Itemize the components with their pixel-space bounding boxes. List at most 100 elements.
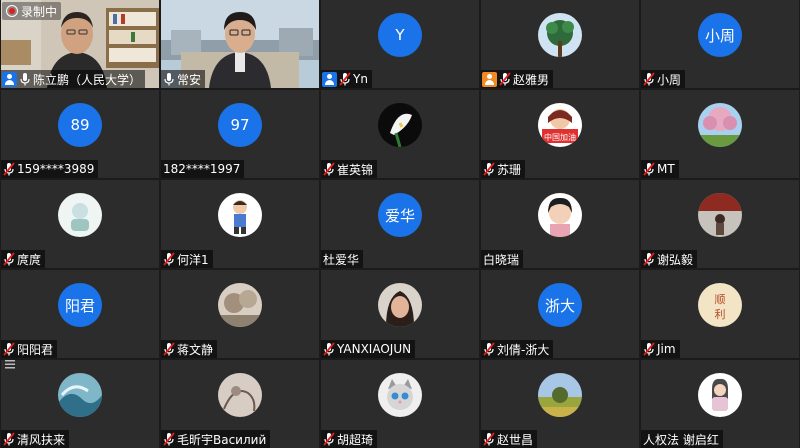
participant-tile[interactable]: 何洋1: [161, 180, 319, 268]
microphone-muted-icon: [323, 342, 335, 356]
participant-name-label: 阳阳君: [1, 340, 58, 358]
cat-avatar-image: [378, 373, 422, 417]
microphone-muted-icon: [323, 162, 335, 176]
participant-name: 庹庹: [17, 252, 42, 267]
blossom-tree-avatar-image: [698, 103, 742, 147]
participant-tile[interactable]: 谢弘毅: [641, 180, 799, 268]
cartoon-boy-avatar-image: [218, 193, 262, 237]
microphone-muted-icon: [483, 342, 495, 356]
avatar: [218, 283, 262, 327]
participant-name-label: YANXIAOJUN: [321, 340, 416, 358]
participant-name: YANXIAOJUN: [337, 342, 412, 356]
calla-lily-avatar-image: [378, 103, 422, 147]
participant-name: Jim: [657, 342, 676, 356]
participant-tile[interactable]: 顺利 Jim: [641, 270, 799, 358]
landscape-avatar-image: [218, 283, 262, 327]
avatar: Y: [378, 13, 422, 57]
avatar: 浙大: [538, 283, 582, 327]
avatar: 89: [58, 103, 102, 147]
participant-name: 182****1997: [163, 162, 241, 176]
avatar: 顺利: [698, 283, 742, 327]
participant-name: Yn: [353, 72, 368, 86]
participant-grid: 陈立鹏（人民大学） 常安 Y Yn 赵雅男 小周 小周 89 159****3989 97 182*…: [0, 0, 800, 448]
participant-tile[interactable]: 89 159****3989: [1, 90, 159, 178]
participant-name-label: 毛昕宇Василий: [161, 430, 271, 448]
participant-tile[interactable]: 常安: [161, 0, 319, 88]
avatar: [378, 103, 422, 147]
avatar: [218, 373, 262, 417]
host-user-icon: [2, 71, 17, 87]
participant-tile[interactable]: 阳君 阳阳君: [1, 270, 159, 358]
participant-tile[interactable]: 庹庹: [1, 180, 159, 268]
avatar: 爱华: [378, 193, 422, 237]
avatar: [538, 193, 582, 237]
avatar: 97: [218, 103, 262, 147]
participant-name-label: 苏珊: [481, 160, 526, 178]
microphone-muted-icon: [643, 342, 655, 356]
participant-tile[interactable]: 白晓瑞: [481, 180, 639, 268]
participant-name: 苏珊: [497, 162, 522, 177]
avatar: [698, 103, 742, 147]
svg-text:顺: 顺: [715, 293, 726, 306]
participant-tile[interactable]: YANXIAOJUN: [321, 270, 479, 358]
participant-tile[interactable]: 中国加油苏珊: [481, 90, 639, 178]
microphone-muted-icon: [483, 432, 495, 446]
participant-name: 白晓瑞: [483, 252, 520, 267]
participant-name-label: 杜爱华: [321, 250, 364, 268]
calligraphy-avatar-image: 顺利: [698, 283, 742, 327]
participant-name-label: 赵雅男: [481, 70, 554, 88]
illustration-avatar-image: [58, 193, 102, 237]
participant-name: 常安: [177, 72, 202, 87]
participant-name: 清风扶来: [17, 432, 66, 447]
red-wall-avatar-image: [698, 193, 742, 237]
participant-tile[interactable]: MT: [641, 90, 799, 178]
participant-tile[interactable]: 人权法 谢启红: [641, 360, 799, 448]
participant-tile[interactable]: 毛昕宇Василий: [161, 360, 319, 448]
participant-tile[interactable]: 97 182****1997: [161, 90, 319, 178]
microphone-muted-icon: [163, 342, 175, 356]
microphone-muted-icon: [3, 432, 15, 446]
participant-tile[interactable]: 赵世昌: [481, 360, 639, 448]
participant-name-label: 陈立鹏（人民大学）: [1, 70, 146, 88]
girl-photo-avatar-image: [538, 193, 582, 237]
wave-avatar-image: [58, 373, 102, 417]
participant-name: 刘倩-浙大: [497, 342, 550, 357]
participant-name-label: 常安: [161, 70, 206, 88]
avatar: [378, 373, 422, 417]
participant-tile[interactable]: 浙大刘倩-浙大: [481, 270, 639, 358]
panel-menu-icon[interactable]: [4, 358, 16, 370]
participant-name-label: 庹庹: [1, 250, 46, 268]
participant-tile[interactable]: 赵雅男: [481, 0, 639, 88]
participant-name: 胡超琦: [337, 432, 374, 447]
sketch-avatar-image: [218, 373, 262, 417]
participant-tile[interactable]: Y Yn: [321, 0, 479, 88]
participant-name-label: 胡超琦: [321, 430, 378, 448]
participant-tile[interactable]: 胡超琦: [321, 360, 479, 448]
microphone-muted-icon: [3, 252, 15, 266]
participant-tile[interactable]: 小周 小周: [641, 0, 799, 88]
participant-name: 159****3989: [17, 162, 95, 176]
participant-tile[interactable]: 清风扶来: [1, 360, 159, 448]
participant-name: 陈立鹏（人民大学）: [33, 72, 142, 87]
participant-name-label: MT: [641, 160, 679, 178]
cartoon-girl-avatar-image: 中国加油: [538, 103, 582, 147]
participant-name-label: 182****1997: [161, 160, 245, 178]
participant-name-label: Jim: [641, 340, 680, 358]
avatar-caption: 中国加油: [544, 132, 576, 142]
host-user-icon: [322, 71, 337, 87]
microphone-muted-icon: [3, 342, 15, 356]
avatar: [698, 193, 742, 237]
participant-tile[interactable]: 爱华 杜爱华: [321, 180, 479, 268]
participant-tile[interactable]: 崔英锦: [321, 90, 479, 178]
participant-tile[interactable]: 蒋文静: [161, 270, 319, 358]
participant-name-label: Yn: [321, 70, 372, 88]
microphone-icon: [20, 73, 30, 86]
recording-indicator: 录制中: [2, 2, 62, 20]
participant-name: 毛昕宇Василий: [177, 432, 267, 447]
participant-name-label: 白晓瑞: [481, 250, 524, 268]
participant-name: 小周: [657, 72, 682, 87]
participant-name: 阳阳君: [17, 342, 54, 357]
avatar: [58, 373, 102, 417]
participant-name: 蒋文静: [177, 342, 214, 357]
microphone-muted-icon: [643, 162, 655, 176]
